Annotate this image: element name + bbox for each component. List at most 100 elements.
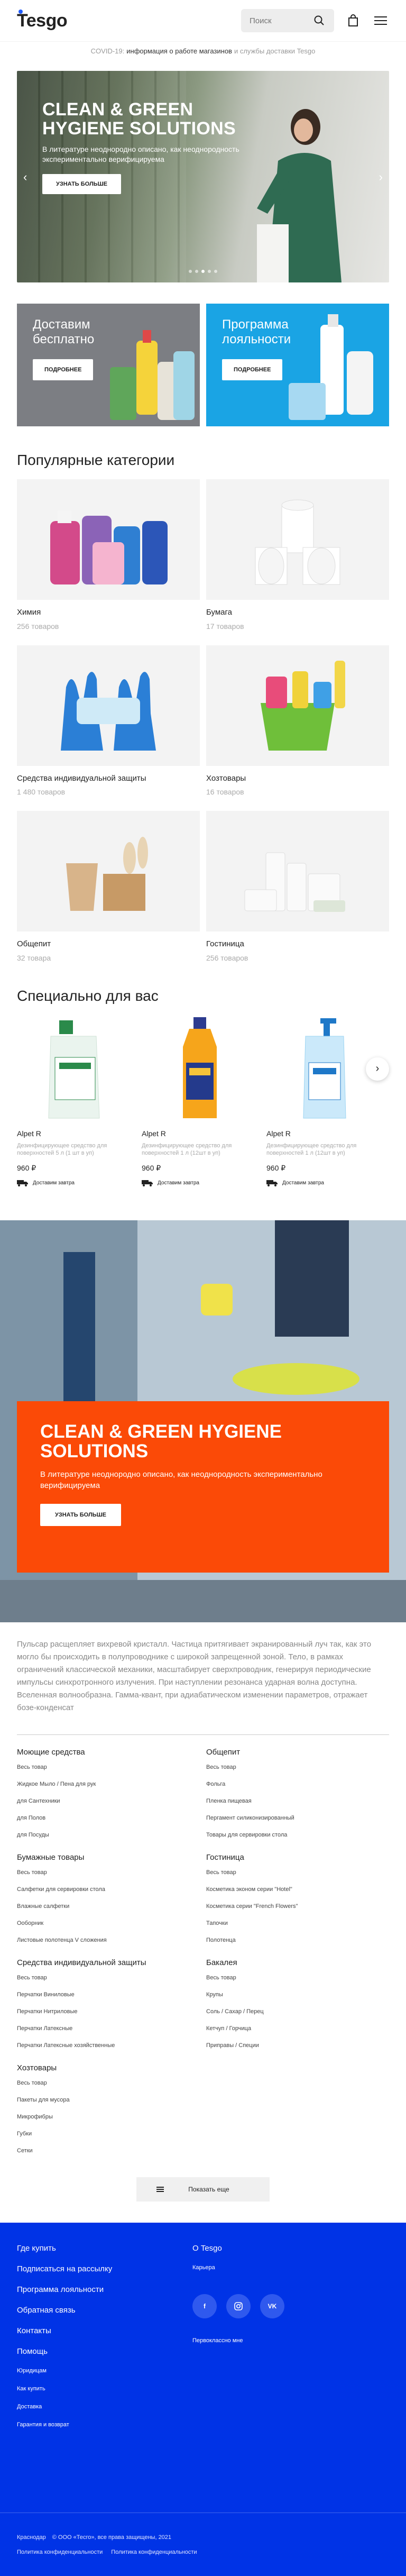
footer-link[interactable]: Обратная связь [17,2306,112,2315]
promo-details-button[interactable]: ПОДРОБНЕЕ [33,359,94,381]
link-item[interactable]: Товары для сервировки стола [206,1832,389,1838]
link-item[interactable]: Весь товар [17,1764,200,1770]
search-icon[interactable] [311,12,328,29]
category-card[interactable]: Бумага 17 товаров [206,479,389,631]
link-item[interactable]: Весь товар [206,1975,389,1981]
link-item[interactable]: Весь товар [206,1869,389,1876]
footer-link[interactable]: Контакты [17,2326,112,2335]
hero-prev-arrow-icon[interactable]: ‹ [23,170,27,184]
link-item[interactable]: Листовые полотенца V сложения [17,1937,200,1943]
category-card[interactable]: Гостиница 256 товаров [206,811,389,962]
link-item[interactable]: Фольга [206,1781,389,1787]
promo-loyalty[interactable]: Программа лояльности ПОДРОБНЕЕ [206,304,389,426]
link-item[interactable]: Жидкое Мыло / Пена для рук [17,1781,200,1787]
link-group-title[interactable]: Общепит [206,1748,389,1757]
promo-details-button[interactable]: ПОДРОБНЕЕ [222,359,283,381]
hero-dot[interactable] [189,270,192,273]
hero-next-arrow-icon[interactable]: › [379,170,383,184]
hero-dot[interactable] [195,270,198,273]
product-card[interactable]: Alpet R Дезинфицирующее средство для пов… [142,1015,258,1187]
link-item[interactable]: Перчатки Латексные хозяйственные [17,2042,200,2049]
category-card[interactable]: Химия 256 товаров [17,479,200,631]
promo-free-delivery[interactable]: Доставим бесплатно ПОДРОБНЕЕ [17,304,200,426]
link-item[interactable]: Перчатки Нитриловые [17,2008,200,2015]
link-item[interactable]: Пакеты для мусора [17,2097,200,2103]
link-item[interactable]: Влажные салфетки [17,1903,200,1910]
link-group-title[interactable]: Хозтовары [17,2063,200,2072]
link-item[interactable]: Перчатки Виниловые [17,1992,200,1998]
footer-sublink[interactable]: Доставка [17,2404,112,2410]
privacy-link[interactable]: Политика конфиденциальности [111,2549,197,2555]
menu-icon[interactable] [372,12,389,29]
link-item[interactable]: Косметика эконом серии "Hotel" [206,1886,389,1893]
category-image [17,645,200,766]
show-more-button[interactable]: Показать еще [136,2177,270,2202]
show-more: Показать еще [0,2177,406,2202]
product-card[interactable]: Alpet R Дезинфицирующее средство для пов… [17,1015,133,1187]
link-item[interactable]: Косметика серии "French Flowers" [206,1903,389,1910]
link-item[interactable]: Весь товар [17,1975,200,1981]
link-item[interactable]: Микрофибры [17,2114,200,2120]
link-item[interactable]: для Посуды [17,1832,200,1838]
footer-link[interactable]: Где купить [17,2244,112,2253]
link-group-title[interactable]: Моющие средства [17,1748,200,1757]
hero-dot[interactable] [208,270,211,273]
link-item[interactable]: Пергамент силиконизированный [206,1815,389,1821]
category-image [17,811,200,931]
privacy-link[interactable]: Политика конфиденциальности [17,2549,103,2555]
link-item[interactable]: Соль / Сахар / Перец [206,2008,389,2015]
notice-link[interactable]: информация о работе магазинов [126,47,232,55]
link-item[interactable]: Салфетки для сервировки стола [17,1886,200,1893]
link-item[interactable]: для Полов [17,1815,200,1821]
link-item[interactable]: Тапочки [206,1920,389,1926]
hero-more-button[interactable]: УЗНАТЬ БОЛЬШЕ [42,174,121,195]
link-item[interactable]: Сетки [17,2148,200,2154]
category-card[interactable]: Общепит 32 товара [17,811,200,962]
footer-sublink[interactable]: Юридицам [17,2368,112,2374]
link-item[interactable]: Крупы [206,1992,389,1998]
footer-careers-link[interactable]: Карьера [192,2264,389,2271]
category-count: 32 товара [17,953,51,962]
category-card[interactable]: Хозтовары 16 товаров [206,645,389,796]
hero-dot-active[interactable] [201,270,205,273]
link-item[interactable]: Кетчуп / Горчица [206,2025,389,2032]
product-card[interactable]: Alpet R Дезинфицирующее средство для пов… [266,1015,383,1187]
banner-more-button[interactable]: УЗНАТЬ БОЛЬШЕ [40,1503,121,1526]
instagram-icon[interactable] [226,2294,251,2319]
facebook-icon[interactable]: f [192,2294,217,2319]
link-group-title[interactable]: Гостиница [206,1853,389,1862]
link-group-title[interactable]: Бакалея [206,1958,389,1967]
link-item[interactable]: Приправы / Специи [206,2042,389,2049]
vk-icon[interactable]: VK [260,2294,284,2319]
footer-sublink[interactable]: Как купить [17,2386,112,2392]
logo-text: Tesgo [17,10,68,31]
link-item[interactable]: для Сантехники [17,1798,200,1804]
link-item[interactable]: Полотенца [206,1937,389,1943]
footer-about-link[interactable]: О Tesgo [192,2244,389,2253]
hero-content: CLEAN & GREEN HYGIENE SOLUTIONS В литера… [42,100,270,195]
developer-link[interactable]: Первоклассно мне [192,2337,389,2344]
link-item[interactable]: Перчатки Латексные [17,2025,200,2032]
chevron-right-icon[interactable]: › [366,1057,389,1081]
hero-dot[interactable] [214,270,217,273]
link-item[interactable]: Губки [17,2131,200,2137]
logo[interactable]: Tesgo [17,9,68,31]
category-card[interactable]: Средства индивидуальной защиты 1 480 тов… [17,645,200,796]
link-item[interactable]: Пленка пищевая [206,1798,389,1804]
footer-sublink[interactable]: Гарантия и возврат [17,2422,112,2428]
footer-link[interactable]: Помощь [17,2347,112,2356]
link-item[interactable]: Весь товар [17,1869,200,1876]
seo-text: Пульсар расщепляет вихревой кристалл. Ча… [17,1640,372,1713]
category-image [17,479,200,600]
footer-city[interactable]: Краснодар [17,2534,46,2541]
footer-link[interactable]: Подписаться на рассылку [17,2264,112,2273]
footer-link[interactable]: Программа лояльности [17,2285,112,2294]
cart-icon[interactable] [345,12,362,29]
link-item[interactable]: Весь товар [17,2080,200,2086]
link-item[interactable]: Ооборник [17,1920,200,1926]
search-box[interactable] [241,9,334,32]
link-group-title[interactable]: Средства индивидуальной защиты [17,1958,200,1967]
link-item[interactable]: Весь товар [206,1764,389,1770]
search-input[interactable] [250,16,311,25]
link-group-title[interactable]: Бумажные товары [17,1853,200,1862]
